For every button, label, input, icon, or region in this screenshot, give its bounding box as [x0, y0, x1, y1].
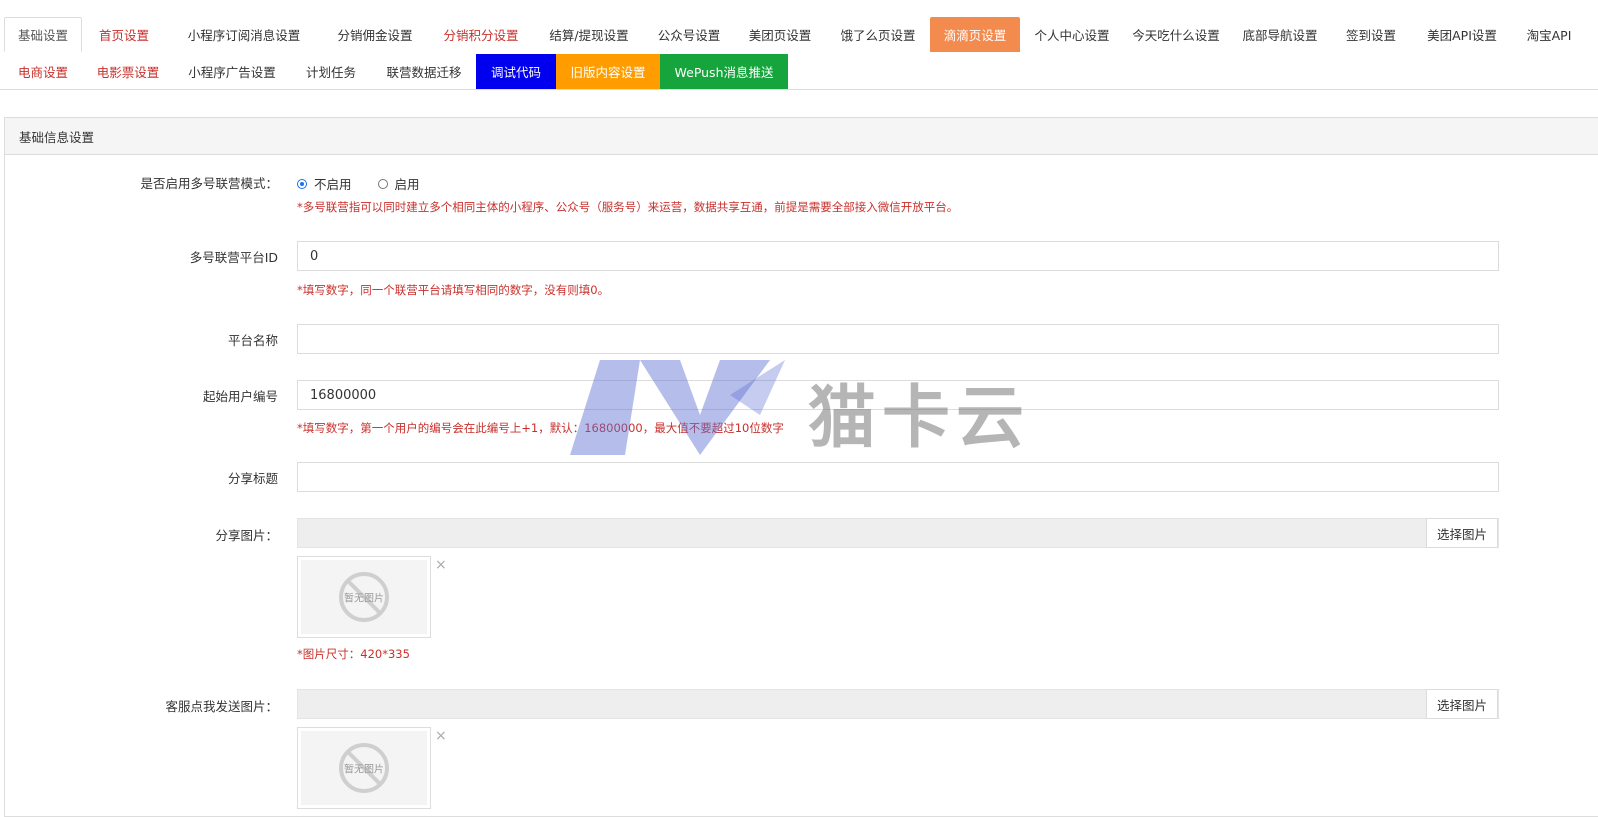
settings-row1-tab-12[interactable]: 底部导航设置 — [1228, 17, 1332, 52]
service-image-thumbnail: 暂无图片 — [297, 727, 431, 809]
settings-row1-tab-10[interactable]: 个人中心设置 — [1020, 17, 1124, 52]
multi-mode-hint: *多号联营指可以同时建立多个相同主体的小程序、公众号（服务号）来运营，数据共享互… — [297, 200, 959, 214]
settings-row2-tab-1[interactable]: 电影票设置 — [82, 54, 174, 89]
watermark-text: 猫卡云 — [808, 379, 1031, 458]
settings-row1-tab-0[interactable]: 基础设置 — [4, 17, 82, 52]
platform-name-input[interactable] — [297, 324, 1499, 354]
settings-row1-tab-4[interactable]: 分销积分设置 — [428, 17, 534, 52]
settings-row2-tab-6[interactable]: 旧版内容设置 — [556, 54, 660, 89]
platform-id-input[interactable] — [297, 241, 1499, 271]
share-title-label: 分享标题 — [227, 471, 278, 486]
panel-title: 基础信息设置 — [5, 118, 1598, 155]
service-image-path-field[interactable]: 选择图片 — [297, 689, 1499, 719]
settings-row1-tab-3[interactable]: 分销佣金设置 — [322, 17, 428, 52]
service-image-label: 客服点我发送图片： — [165, 699, 278, 714]
settings-row2-tab-4[interactable]: 联营数据迁移 — [372, 54, 476, 89]
service-image-select-button[interactable]: 选择图片 — [1426, 689, 1498, 719]
settings-row2-tab-5[interactable]: 调试代码 — [476, 54, 556, 89]
remove-service-image-close-icon[interactable]: × — [435, 728, 447, 744]
settings-row1-tab-11[interactable]: 今天吃什么设置 — [1124, 17, 1228, 52]
remove-share-image-close-icon[interactable]: × — [435, 557, 447, 573]
settings-row1-tab-5[interactable]: 结算/提现设置 — [534, 17, 644, 52]
share-title-input[interactable] — [297, 462, 1499, 492]
multi-mode-option-enabled[interactable]: 启用 — [377, 174, 420, 193]
settings-tabs-row-2: 电商设置 电影票设置 小程序广告设置 计划任务 联营数据迁移 调试代码 旧版内容设置 WePu… — [0, 54, 1598, 89]
start-user-no-label: 起始用户编号 — [202, 389, 278, 404]
settings-tabs-row-1: 基础设置 首页设置 小程序订阅消息设置 分销佣金设置 分销积分设置 结算/提现设置 公众号设… — [0, 17, 1598, 52]
settings-row2-tab-0[interactable]: 电商设置 — [4, 54, 82, 89]
share-image-path-field[interactable]: 选择图片 — [297, 518, 1499, 548]
settings-row2-tab-2[interactable]: 小程序广告设置 — [174, 54, 290, 89]
settings-row1-tab-15[interactable]: 淘宝API — [1514, 17, 1584, 52]
share-image-label: 分享图片： — [215, 528, 278, 543]
settings-row2-tab-3[interactable]: 计划任务 — [290, 54, 372, 89]
no-image-text: 暂无图片 — [344, 593, 384, 605]
share-image-thumbnail: 暂无图片 — [297, 556, 431, 638]
platform-id-hint: *填写数字，同一个联营平台请填写相同的数字，没有则填0。 — [297, 283, 610, 297]
no-image-text: 暂无图片 — [344, 764, 384, 776]
settings-row1-tab-8[interactable]: 饿了么页设置 — [826, 17, 930, 52]
radio-unchecked-icon[interactable] — [377, 178, 388, 189]
platform-name-label: 平台名称 — [227, 333, 278, 348]
radio-checked-icon[interactable] — [297, 178, 307, 189]
watermark-mk-logo — [570, 360, 785, 455]
settings-row2-tab-7[interactable]: WePush消息推送 — [660, 54, 788, 89]
settings-row1-tab-14[interactable]: 美团API设置 — [1410, 17, 1514, 52]
radio-option-label: 不启用 — [314, 177, 352, 192]
multi-mode-option-disabled[interactable]: 不启用 — [297, 174, 352, 193]
settings-row1-tab-13[interactable]: 签到设置 — [1332, 17, 1410, 52]
share-image-select-button[interactable]: 选择图片 — [1426, 518, 1498, 548]
settings-row1-tab-6[interactable]: 公众号设置 — [644, 17, 734, 52]
settings-row1-tab-2[interactable]: 小程序订阅消息设置 — [166, 17, 322, 52]
radio-option-label: 启用 — [394, 177, 420, 192]
settings-row1-tab-7[interactable]: 美团页设置 — [734, 17, 826, 52]
multi-mode-radio-group: 不启用 启用 — [297, 174, 446, 193]
multi-mode-label: 是否启用多号联营模式： — [140, 176, 278, 191]
share-image-hint: *图片尺寸：420*335 — [297, 647, 410, 661]
settings-row1-tab-1[interactable]: 首页设置 — [82, 17, 166, 52]
settings-row1-tab-9[interactable]: 滴滴页设置 — [930, 17, 1020, 52]
tabs-divider — [0, 89, 1598, 90]
platform-id-label: 多号联营平台ID — [189, 250, 278, 265]
